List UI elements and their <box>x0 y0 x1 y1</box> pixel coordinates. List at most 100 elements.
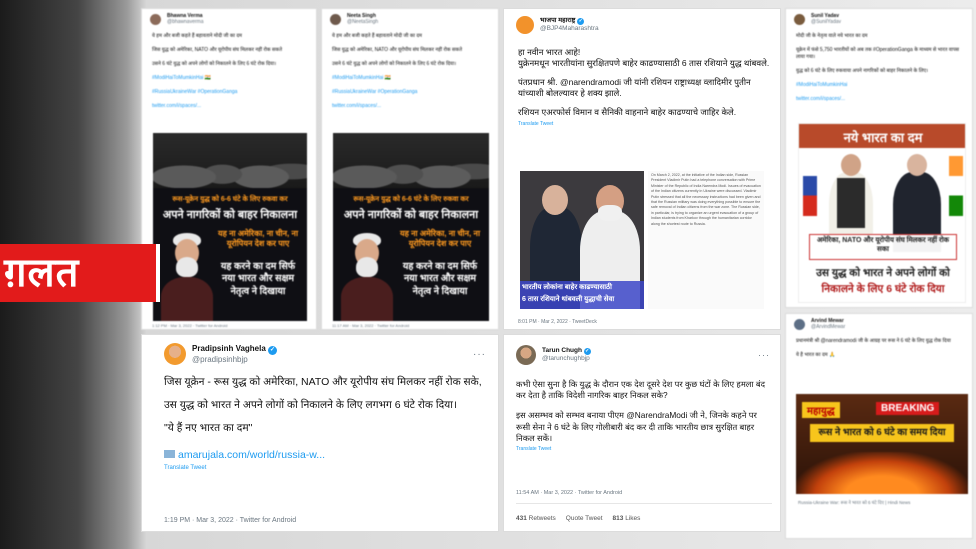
tweet-text-line: कभी ऐसा सुना है कि युद्ध के दौरान एक देश… <box>516 379 766 401</box>
leader-figure <box>159 229 215 321</box>
poster-image[interactable]: नये भारत का दम अमेरिका, NATO और यूरोपीय … <box>798 123 966 303</box>
photo-caption: भारतीय लोकांना बाहेर काढण्यासाठी <box>522 284 612 291</box>
leader-figure <box>339 229 395 321</box>
poster-image[interactable]: रूस-यूक्रेन युद्ध को 6-6 घंटे के लिए रुक… <box>153 133 307 321</box>
author-name[interactable]: भाजपा महाराष्ट्र <box>540 17 575 24</box>
tweet-card-6[interactable]: Tarun Chugh ✓ @tarunchughbjp ··· कभी ऐसा… <box>503 334 781 532</box>
tweet-text-line: उस युद्ध को भारत ने अपने लोगों को निकालन… <box>164 399 457 412</box>
person-left-head <box>841 154 861 176</box>
tweet-link[interactable]: twitter.com/i/spaces/... <box>152 103 310 110</box>
tweet-card-5[interactable]: Pradipsinh Vaghela ✓ @pradipsinhbjp ··· … <box>141 334 499 532</box>
translate-tweet-link[interactable]: Translate Tweet <box>518 121 774 128</box>
author-name[interactable]: Tarun Chugh <box>542 347 582 354</box>
tweet-text-line: युक्रेनमधून भारतीयांना सुरक्षितपणे बाहेर… <box>518 58 770 69</box>
more-options-icon[interactable]: ··· <box>758 350 770 360</box>
flag-left-icon <box>803 156 817 216</box>
author-handle[interactable]: @tarunchughbjp <box>542 355 591 362</box>
avatar[interactable] <box>794 14 805 26</box>
tweet-text-line: उसने 6 घंटे युद्ध को अपने लोगों को निकाल… <box>152 61 277 67</box>
poster-bottom-line: उस युद्ध को भारत ने अपने लोगों को <box>816 267 950 279</box>
engagement-bar: 431 Retweets Quote Tweet 813 Likes <box>516 515 640 522</box>
news-image[interactable]: महायुद्ध BREAKING रूस ने भारत को 6 घंटे … <box>796 394 968 494</box>
author-name[interactable]: Pradipsinh Vaghela <box>192 344 266 353</box>
tweet-text-line: प्रधानमंत्री श्री @narendramodi जी के आग… <box>796 338 951 344</box>
author-handle[interactable]: @ArvindMewar <box>811 324 845 331</box>
poster-title: नये भारत का दम <box>843 130 923 145</box>
tweet-text-line: इस असम्भव को सम्भव बनाया पीएम @NarendraM… <box>516 410 757 443</box>
poster-line: अपने नागरिकों को बाहर निकालना <box>343 209 479 221</box>
author-handle[interactable]: @bhawnaverma <box>167 19 203 26</box>
verified-badge-icon: ✓ <box>577 18 585 26</box>
fact-check-false-label: ग़लत <box>0 244 160 302</box>
tweet-text-line: जिस युद्ध को अमेरिका, NATO और यूरोपीय सं… <box>332 47 463 53</box>
crowd-photo <box>153 133 307 188</box>
hashtag-line[interactable]: #ModiHaiToMumkinHai 🇮🇳 <box>332 75 492 82</box>
poster-line: यह करने का दम सिर्फ नया भारत और सक्षम ने… <box>220 261 296 297</box>
fire-glow <box>796 452 968 494</box>
tweet-card-3[interactable]: भाजपा महाराष्ट्र ✓ @BJP4Maharashtra हा न… <box>503 8 781 330</box>
hashtag-line[interactable]: #RussiaUkraineWar #OperationGanga <box>332 89 492 96</box>
author-handle[interactable]: @BJP4Maharashtra <box>540 25 599 32</box>
news-badge: महायुद्ध <box>802 402 840 418</box>
tweet-footer: 8:01 PM · Mar 2, 2022 · TweetDeck <box>518 319 597 325</box>
translate-tweet-link[interactable]: Translate Tweet <box>164 464 482 472</box>
tweet-text-line: रशियन एअरफोर्स विमान व सैनिकी वाहनाने बा… <box>518 106 737 117</box>
translate-tweet-link[interactable]: Translate Tweet <box>516 446 772 453</box>
hashtag-line[interactable]: #ModiHaiToMumkinHai 🇮🇳 <box>152 75 310 82</box>
crowd-photo <box>333 133 489 188</box>
likes-stat[interactable]: 813 Likes <box>613 515 641 522</box>
tweet-text-line: हा नवीन भारत आहे! <box>518 47 581 57</box>
hashtag-line[interactable]: #RussiaUkraineWar #OperationGanga <box>152 89 310 96</box>
verified-badge-icon: ✓ <box>583 348 591 356</box>
link-icon <box>164 449 175 458</box>
tweet-link[interactable]: twitter.com/i/spaces/... <box>332 103 492 110</box>
poster-line: यह ना अमेरिका, ना चीन, ना यूरोपियन देश क… <box>399 229 481 249</box>
poster-line: रूस-यूक्रेन युद्ध को 6-6 घंटे के लिए रुक… <box>172 196 288 203</box>
tweet-text-line: पंतप्रधान श्री. @narendramodi जी यांनी र… <box>518 76 751 99</box>
avatar[interactable] <box>150 14 161 26</box>
tweet-footer: 1:19 PM · Mar 3, 2022 · Twitter for Andr… <box>164 517 297 524</box>
avatar[interactable] <box>330 14 341 26</box>
author-handle[interactable]: @NeetaSingh <box>347 19 378 26</box>
poster-image[interactable]: रूस-यूक्रेन युद्ध को 6-6 घंटे के लिए रुक… <box>333 133 489 321</box>
side-text-image[interactable]: On March 2, 2022, at the initiative of t… <box>648 171 764 309</box>
hashtag-line[interactable]: #ModiHaiToMumkinHai <box>796 82 968 89</box>
tweet-card-1[interactable]: Bhawna Verma @bhawnaverma ये हम और बजी क… <box>141 8 317 330</box>
author-handle[interactable]: @SunilYadav <box>811 19 841 26</box>
tweet-link[interactable]: twitter.com/i/spaces/... <box>796 96 968 103</box>
tweet-text-line: युद्ध को 6 घंटे के लिए रुकवाया अपने नागर… <box>796 68 929 74</box>
person-right-beard <box>598 205 622 221</box>
leaders-handshake-photo[interactable]: भारतीय लोकांना बाहेर काढण्यासाठी 6 तास र… <box>520 171 644 309</box>
photo-caption: 6 तास रशियाने थांबवली युद्धाची सेवा <box>522 296 615 303</box>
flag-right-icon <box>949 156 963 216</box>
person-left-vest <box>837 178 865 228</box>
tweet-footer: 1:12 PM · Mar 3, 2022 · Twitter for Andr… <box>152 323 228 328</box>
poster-band-text: अमेरिका, NATO और यूरोपीय संघ मिलकर नहीं … <box>816 237 950 254</box>
avatar[interactable] <box>516 345 536 365</box>
tweet-card-4[interactable]: Sunil Yadav @SunilYadav मोदी जी के नेतृत… <box>785 8 973 308</box>
retweets-stat[interactable]: 431 Retweets <box>516 515 556 522</box>
avatar[interactable] <box>164 343 186 365</box>
news-footer-link[interactable]: Russia-Ukraine War: रूस ने भारत को 6 घंट… <box>798 500 964 506</box>
divider <box>516 503 772 504</box>
more-options-icon[interactable]: ··· <box>473 349 486 360</box>
person-right-head <box>907 154 927 176</box>
tweet-text-line: ये हम और बजी कहते हैं बहावताने मोदी जी क… <box>332 33 422 39</box>
poster-line: यह ना अमेरिका, ना चीन, ना यूरोपियन देश क… <box>217 229 299 249</box>
avatar[interactable] <box>516 16 534 34</box>
tweet-text-line: मोदी जी के नेतृत्व वाले नये भारत का दम <box>796 33 868 39</box>
tweet-link[interactable]: amarujala.com/world/russia-w... <box>178 449 325 461</box>
poster-line: अपने नागरिकों को बाहर निकालना <box>162 209 298 221</box>
author-handle[interactable]: @pradipsinhbjp <box>192 355 277 364</box>
avatar[interactable] <box>794 319 805 331</box>
person-left-head <box>542 185 568 215</box>
tweet-text-line: ये है भारत का दम 🙏 <box>796 352 836 358</box>
poster-bottom-line: निकालने के लिए 6 घंटे रोक दिया <box>821 283 945 295</box>
tweet-text-line: यूक्रेन में फंसे 5,750 भारतीयों को अब तक… <box>796 47 960 60</box>
verified-badge-icon: ✓ <box>268 345 278 355</box>
breaking-label: BREAKING <box>876 402 940 415</box>
tweet-footer: 11:54 AM · Mar 3, 2022 · Twitter for And… <box>516 490 623 496</box>
quote-tweets-stat[interactable]: Quote Tweet <box>566 515 603 522</box>
tweet-card-7[interactable]: Arvind Mewar @ArvindMewar प्रधानमंत्री श… <box>785 313 973 539</box>
tweet-card-2[interactable]: Neeta Singh @NeetaSingh ये हम और बजी कहत… <box>321 8 499 330</box>
